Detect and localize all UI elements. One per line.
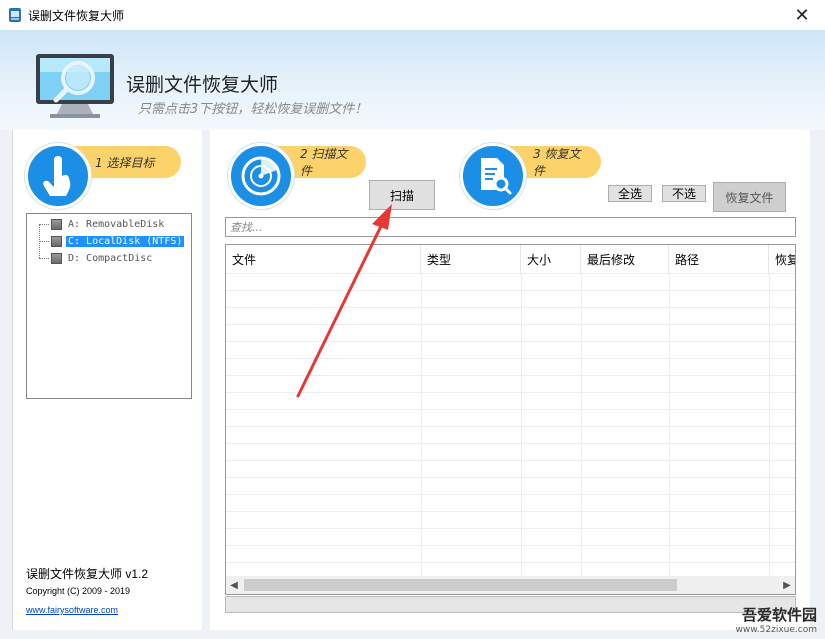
content-area: 1 选择目标 A: RemovableDisk C: LocalDisk (NT…: [0, 130, 825, 639]
column-header-file[interactable]: 文件: [226, 245, 421, 273]
document-search-icon: [481, 158, 512, 195]
scroll-left-icon[interactable]: ◀: [226, 576, 242, 594]
close-icon: ✕: [794, 4, 810, 26]
drive-label: C: LocalDisk (NTFS): [66, 236, 185, 247]
website-link[interactable]: www.fairysoftware.com: [26, 605, 118, 615]
copyright-text: Copyright (C) 2009 - 2019: [26, 586, 131, 596]
select-none-button[interactable]: 不选: [662, 185, 706, 202]
drive-label: D: CompactDisc: [68, 253, 153, 264]
banner-slogan: 只需点击3下按钮，轻松恢复误删文件！: [138, 102, 368, 117]
step3-circle: [460, 143, 526, 209]
recover-files-button[interactable]: 恢复文件: [713, 182, 786, 212]
column-header-recover[interactable]: 恢复: [769, 245, 795, 273]
tree-connector: [39, 258, 49, 259]
scrollbar-thumb[interactable]: [244, 579, 677, 591]
tree-connector: [39, 224, 49, 225]
search-input[interactable]: 查找...: [225, 217, 796, 237]
column-header-size[interactable]: 大小: [521, 245, 581, 273]
step1-circle: [25, 143, 91, 209]
version-text: 误删文件恢复大师 v1.2: [26, 567, 149, 581]
step3-label: 3 恢复文件: [533, 147, 581, 178]
scroll-right-icon[interactable]: ▶: [779, 576, 795, 594]
close-button[interactable]: ✕: [779, 0, 825, 30]
disk-drive-icon: [51, 219, 62, 230]
banner-app-name: 误删文件恢复大师: [126, 74, 279, 96]
column-header-path[interactable]: 路径: [669, 245, 769, 273]
drive-item-a[interactable]: A: RemovableDisk: [51, 217, 166, 232]
table-gridlines: [226, 273, 795, 576]
drive-tree[interactable]: A: RemovableDisk C: LocalDisk (NTFS) D: …: [26, 213, 192, 399]
watermark-url: www.52zixue.com: [735, 625, 817, 635]
monitor-magnifier-icon: [36, 54, 114, 118]
tree-connector: [39, 241, 49, 242]
scan-panel: 2 扫描文件 3 恢复文件 扫描 全选 不选 恢复文件 查找... 文件 类型 …: [210, 130, 810, 630]
column-header-modified[interactable]: 最后修改: [581, 245, 669, 273]
disk-drive-icon: [51, 253, 62, 264]
disk-drive-icon: [51, 236, 62, 247]
radar-scan-icon: [241, 156, 281, 196]
column-header-type[interactable]: 类型: [421, 245, 521, 273]
header-banner: 误删文件恢复大师 只需点击3下按钮，轻松恢复误删文件！: [0, 30, 825, 130]
select-all-button[interactable]: 全选: [608, 185, 652, 202]
hand-pointer-icon: [43, 156, 71, 196]
watermark-text: 吾爱软件园: [741, 606, 817, 624]
horizontal-scrollbar[interactable]: ◀ ▶: [226, 576, 795, 594]
table-header: 文件 类型 大小 最后修改 路径 恢复: [226, 245, 795, 273]
step2-label: 2 扫描文件: [300, 147, 348, 178]
watermark: 吾爱软件园 www.52zixue.com: [736, 604, 817, 635]
scan-button[interactable]: 扫描: [369, 180, 435, 210]
step2-circle: [228, 143, 294, 209]
app-icon: [9, 8, 21, 22]
step1-label: 1 选择目标: [95, 155, 155, 170]
target-panel: 1 选择目标 A: RemovableDisk C: LocalDisk (NT…: [12, 130, 202, 630]
drive-item-c[interactable]: C: LocalDisk (NTFS): [51, 234, 185, 249]
file-list-table[interactable]: 文件 类型 大小 最后修改 路径 恢复 ◀ ▶: [225, 244, 796, 595]
progress-bar: [225, 596, 796, 613]
drive-item-d[interactable]: D: CompactDisc: [51, 251, 154, 266]
window-title: 误删文件恢复大师: [28, 9, 125, 23]
drive-label: A: RemovableDisk: [68, 219, 165, 230]
title-bar: 误删文件恢复大师 ✕: [0, 0, 825, 30]
